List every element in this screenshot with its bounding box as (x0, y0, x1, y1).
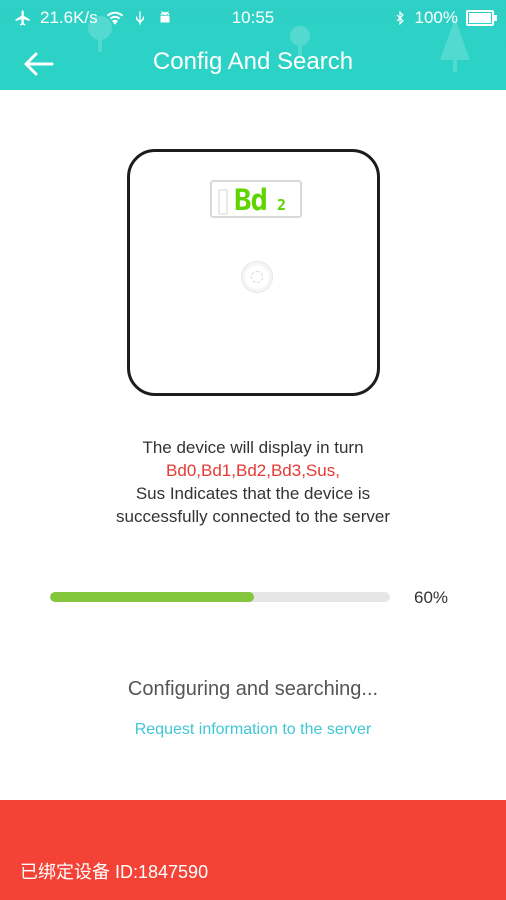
progress-bar (50, 592, 390, 602)
display-main-text: Bd (234, 183, 268, 217)
status-bar: 21.6K/s 10:55 100% (0, 0, 506, 36)
progress-percentage: 60% (414, 588, 449, 607)
instruction-line-4: successfully connected to the server (115, 507, 391, 526)
progress-fill (50, 592, 254, 602)
footer-bar (0, 800, 506, 900)
bound-device-id: 已绑定设备 ID:1847590 (20, 862, 209, 882)
request-info-link[interactable]: Request information to the server (0, 721, 506, 739)
scale-display: Bd 2 (210, 180, 302, 218)
scale-button-icon (241, 261, 273, 293)
header-bar: 21.6K/s 10:55 100% Config And Search (0, 0, 506, 90)
instruction-line-3: Sus Indicates that the device is (135, 484, 371, 503)
battery-percentage: 100% (414, 8, 458, 27)
configuring-status: Configuring and searching... (127, 678, 379, 700)
status-right: 100% (393, 8, 497, 28)
bluetooth-icon (396, 10, 404, 26)
scale-illustration: Bd 2 (127, 149, 380, 396)
page-title: Config And Search (152, 48, 354, 75)
display-inactive-segment (218, 189, 228, 215)
instruction-line-2: Bd0,Bd1,Bd2,Bd3,Sus, (166, 461, 340, 480)
display-small-text: 2 (277, 196, 287, 214)
instructions: The device will display in turn Bd0,Bd1,… (0, 436, 506, 528)
instruction-line-1: The device will display in turn (142, 438, 364, 457)
battery-icon (466, 10, 497, 26)
